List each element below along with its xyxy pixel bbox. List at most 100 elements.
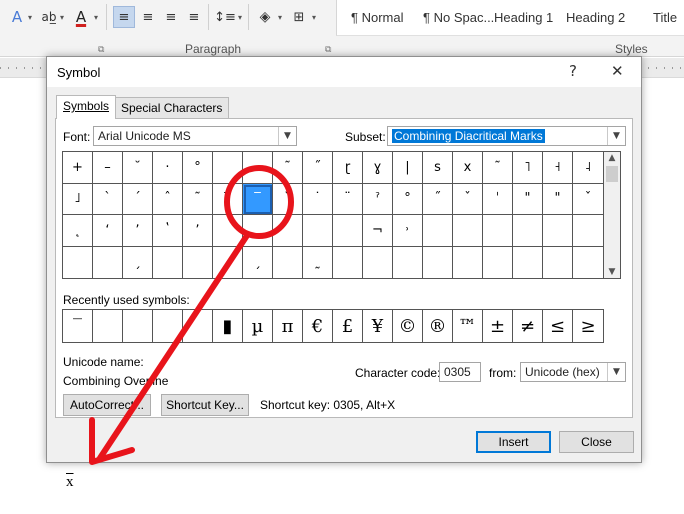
symbol-cell[interactable] [333, 246, 363, 278]
justify-icon[interactable]: ≡ [183, 6, 205, 28]
dialog-launcher-icon[interactable]: ⧉ [325, 44, 331, 55]
symbol-cell[interactable]: " [513, 183, 543, 215]
recent-symbol-cell[interactable]: ≥ [573, 310, 603, 342]
shortcut-key-button[interactable]: Shortcut Key... [161, 394, 249, 416]
symbol-cell[interactable]: ˏ [243, 246, 273, 278]
symbol-cell[interactable]: + [63, 152, 93, 184]
chevron-down-icon[interactable]: ▼ [607, 127, 625, 145]
symbol-cell[interactable]: · [153, 152, 183, 184]
help-icon[interactable]: ? [569, 62, 577, 80]
symbol-cell[interactable]: ¬ [363, 215, 393, 247]
borders-icon[interactable]: ⊞ [288, 6, 310, 28]
symbol-cell[interactable]: ˏ [123, 246, 153, 278]
symbol-cell[interactable] [423, 215, 453, 247]
chevron-down-icon[interactable]: ▼ [607, 363, 625, 381]
autocorrect-button[interactable]: AutoCorrect... [63, 394, 151, 416]
insert-button[interactable]: Insert [476, 431, 551, 453]
symbol-cell[interactable] [363, 246, 393, 278]
symbol-cell[interactable]: ʽ [153, 215, 183, 247]
symbol-cell[interactable] [573, 247, 603, 279]
symbol-cell[interactable] [273, 246, 303, 278]
symbol-cell[interactable]: x [453, 152, 483, 184]
chevron-down-icon[interactable]: ▼ [278, 127, 296, 145]
subset-select[interactable]: Combining Diacritical Marks ▼ [387, 126, 626, 146]
style-no-spacing[interactable]: ¶ No Spac... [423, 10, 494, 25]
recent-symbol-cell[interactable] [183, 310, 213, 342]
symbol-cell[interactable]: ¨ [333, 183, 363, 215]
symbol-cell[interactable]: ʼ [123, 215, 153, 247]
symbol-cell[interactable]: ˝ [423, 183, 453, 215]
symbol-cell[interactable]: ˛ [63, 215, 93, 247]
symbol-cell[interactable]: ˜ [483, 152, 513, 184]
dialog-launcher-icon[interactable]: ⧉ [98, 44, 104, 55]
style-heading-2[interactable]: Heading 2 [566, 10, 625, 25]
symbol-cell[interactable] [183, 246, 213, 278]
style-normal[interactable]: ¶ Normal [351, 10, 404, 25]
recent-symbol-cell[interactable]: µ [243, 310, 273, 342]
symbol-cell[interactable] [243, 215, 273, 247]
symbol-cell[interactable] [453, 246, 483, 278]
recent-symbol-cell[interactable]: € [303, 310, 333, 342]
symbol-cell[interactable]: ˘ [273, 183, 303, 215]
symbol-cell[interactable]: – [93, 152, 123, 184]
symbol-cell[interactable]: ‾ [213, 183, 243, 215]
scroll-thumb[interactable] [606, 166, 618, 182]
symbol-cell[interactable]: ˜ [273, 152, 303, 184]
symbol-cell[interactable]: ˊ [123, 183, 153, 215]
align-right-icon[interactable]: ≡ [160, 6, 182, 28]
symbol-cell[interactable] [543, 215, 573, 247]
symbol-cell[interactable]: ʼ [183, 215, 213, 247]
symbol-cell[interactable]: ˥ [513, 152, 543, 184]
symbol-cell[interactable]: ° [183, 152, 213, 184]
recent-symbol-cell[interactable]: ± [483, 310, 513, 342]
symbol-cell[interactable] [93, 246, 123, 278]
chevron-down-icon[interactable]: ▾ [310, 6, 318, 28]
chevron-down-icon[interactable]: ▾ [236, 6, 244, 28]
grid-scrollbar[interactable]: ▲ ▼ [604, 151, 621, 279]
line-spacing-icon[interactable]: ↕≡ [214, 6, 236, 28]
tab-special-characters[interactable]: Special Characters [114, 97, 230, 119]
symbol-cell[interactable]: ` [93, 183, 123, 215]
symbol-cell[interactable]: ɣ [363, 152, 393, 184]
recent-symbol-cell[interactable] [123, 310, 153, 342]
recent-symbol-cell[interactable] [93, 310, 123, 342]
shading-icon[interactable]: ◈ [254, 6, 276, 28]
symbol-cell[interactable] [423, 246, 453, 278]
symbol-cell[interactable]: ˒ [393, 215, 423, 247]
close-icon[interactable]: ✕ [611, 62, 624, 80]
recent-symbol-cell[interactable]: ‾ [63, 310, 93, 342]
scroll-up-icon[interactable]: ▲ [604, 153, 620, 163]
close-button[interactable]: Close [559, 431, 634, 453]
chevron-down-icon[interactable]: ▾ [92, 6, 100, 28]
chevron-down-icon[interactable]: ▾ [26, 6, 34, 28]
recent-symbols[interactable]: ‾ ▮ µ π € £ ¥ © ® ™ ± ≠ ≤ ≥ [62, 309, 604, 343]
align-left-icon[interactable]: ≡ [113, 6, 135, 28]
symbol-cell[interactable]: ˝ [303, 152, 333, 184]
symbol-cell[interactable]: ˘ [123, 152, 153, 184]
chevron-down-icon[interactable]: ▾ [276, 6, 284, 28]
symbol-cell[interactable] [273, 215, 303, 247]
recent-symbol-cell[interactable]: ≤ [543, 310, 573, 342]
symbol-cell[interactable] [543, 246, 573, 278]
symbol-cell[interactable] [513, 246, 543, 278]
symbol-cell[interactable]: ˧ [543, 152, 573, 184]
char-code-input[interactable]: 0305 [439, 362, 481, 382]
recent-symbol-cell[interactable]: £ [333, 310, 363, 342]
recent-symbol-cell[interactable]: ≠ [513, 310, 543, 342]
symbol-cell[interactable]: s [423, 152, 453, 184]
chevron-down-icon[interactable]: ▾ [58, 6, 66, 28]
symbol-cell[interactable] [303, 215, 333, 247]
recent-symbol-cell[interactable]: © [393, 310, 423, 342]
symbol-cell[interactable] [243, 152, 273, 184]
symbol-cell[interactable] [333, 215, 363, 247]
symbol-cell[interactable]: ˨ [573, 152, 603, 184]
symbol-cell[interactable]: ° [393, 183, 423, 215]
symbol-cell[interactable] [483, 215, 513, 247]
scroll-down-icon[interactable]: ▼ [604, 267, 620, 277]
recent-symbol-cell[interactable]: ® [423, 310, 453, 342]
symbol-cell[interactable] [513, 215, 543, 247]
tab-symbols[interactable]: Symbols [56, 95, 117, 119]
align-center-icon[interactable]: ≡ [137, 6, 159, 28]
recent-symbol-cell[interactable]: π [273, 310, 303, 342]
symbol-cell[interactable]: ˩ [63, 183, 93, 215]
